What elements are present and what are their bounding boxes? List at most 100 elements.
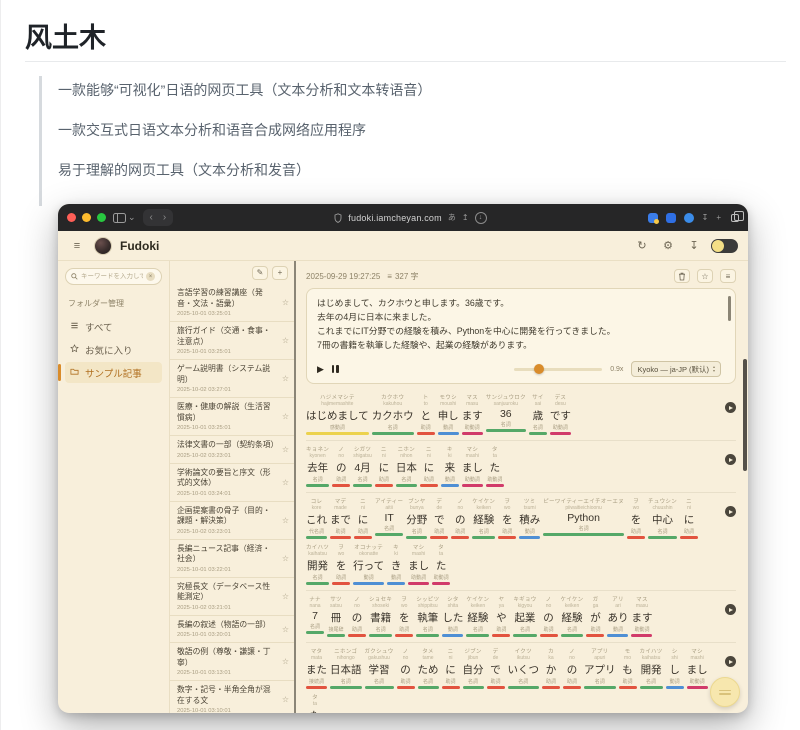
- article-list-item[interactable]: 究極長文（データベース性能測定）2025-10-02 03:21:01☆: [170, 578, 294, 616]
- token[interactable]: ナナnana7名詞: [306, 595, 324, 634]
- refresh-button[interactable]: ↻: [633, 237, 651, 255]
- search-input[interactable]: [81, 273, 143, 280]
- article-list-item[interactable]: 長編の叙述（物語の一部）2025-10-01 03:20:01☆: [170, 616, 294, 644]
- sentence-play-button[interactable]: [725, 454, 736, 465]
- token[interactable]: カイハツkaihatsu開発名詞: [306, 543, 329, 585]
- sentence-play-button[interactable]: [725, 506, 736, 517]
- text-scrollbar[interactable]: [728, 296, 731, 321]
- clear-search-button[interactable]: ×: [146, 272, 155, 281]
- pause-button[interactable]: [332, 365, 339, 373]
- sentence-play-button[interactable]: [725, 402, 736, 413]
- add-article-button[interactable]: +: [272, 266, 288, 280]
- token[interactable]: ガクシュウgakushuu学習名詞: [365, 647, 394, 689]
- menu-toggle-button[interactable]: ≡: [68, 237, 86, 255]
- article-list-item[interactable]: 学術論文の要旨と序文（形式的文体）2025-10-01 03:24:01☆: [170, 464, 294, 502]
- article-star-icon[interactable]: ☆: [282, 657, 289, 666]
- token[interactable]: モmoも助詞: [619, 647, 637, 689]
- address-bar[interactable]: fudoki.iamcheyan.com あ ↥ ↓: [180, 212, 640, 224]
- sidebar-item-samples[interactable]: サンプル記事: [65, 362, 162, 383]
- token[interactable]: ニniに助詞: [354, 497, 372, 539]
- article-list-item[interactable]: 法律文書の一部（契約条項）2025-10-02 03:23:01☆: [170, 436, 294, 464]
- token[interactable]: アリariあり動詞: [607, 595, 628, 637]
- sentence-play-button[interactable]: [725, 656, 736, 667]
- reader-icon[interactable]: ↓: [475, 212, 487, 224]
- article-star-icon[interactable]: ☆: [282, 445, 289, 454]
- token[interactable]: タtaた助動詞: [432, 543, 450, 585]
- token[interactable]: ピーワイティーエイチオーエヌpiiwaitieichioonuPython名詞: [543, 497, 624, 536]
- article-list-item[interactable]: 医療・健康の解説（生活習慣病）2025-10-01 03:25:01☆: [170, 398, 294, 436]
- token[interactable]: デdeで助詞: [487, 647, 505, 689]
- article-star-icon[interactable]: ☆: [282, 516, 289, 525]
- article-list-item[interactable]: ゲーム説明書（システム説明）2025-10-02 03:27:01☆: [170, 360, 294, 398]
- article-star-icon[interactable]: ☆: [282, 592, 289, 601]
- article-list-item[interactable]: 敬語の例（尊敬・謙譲・丁寧）2025-10-01 03:13:01☆: [170, 643, 294, 681]
- sidebar-item-all[interactable]: すべて: [65, 316, 162, 337]
- token[interactable]: ニniに助詞: [420, 445, 438, 487]
- article-star-icon[interactable]: ☆: [282, 336, 289, 345]
- new-tab-button[interactable]: +: [716, 213, 721, 222]
- token[interactable]: マシmashiまし助動詞: [462, 445, 483, 487]
- token[interactable]: ヲwoを助詞: [332, 543, 350, 585]
- token[interactable]: タtaた助動詞: [306, 693, 324, 713]
- search-box[interactable]: ×: [65, 268, 162, 285]
- token[interactable]: ショセキshoseki書籍名詞: [369, 595, 392, 637]
- avatar[interactable]: [94, 237, 112, 255]
- token[interactable]: ヤyaや助詞: [492, 595, 510, 637]
- slider-knob[interactable]: [534, 364, 544, 374]
- article-star-icon[interactable]: ☆: [282, 695, 289, 704]
- token[interactable]: ハジメマシテhajimemashiteはじめまして感動詞: [306, 393, 369, 435]
- export-download-button[interactable]: ↧: [685, 237, 703, 255]
- extension-icon[interactable]: [666, 213, 676, 223]
- text-editor-card[interactable]: はじめまして、カクホウと申します。36歳です。 去年の4月に日本に来ました。 こ…: [306, 288, 736, 384]
- token[interactable]: デdeで助詞: [430, 497, 448, 539]
- token[interactable]: イクツikutsuいくつ名詞: [508, 647, 540, 689]
- article-list-item[interactable]: 数字・記号・半角全角が混在する文2025-10-01 03:10:01☆: [170, 681, 294, 713]
- token[interactable]: ヲwoを助詞: [498, 497, 516, 539]
- sentence-play-button[interactable]: [725, 604, 736, 615]
- speed-slider[interactable]: [514, 368, 602, 371]
- token[interactable]: トtoと助詞: [417, 393, 435, 435]
- article-list-item[interactable]: 言語学習の練習講座（発音・文法・語彙）2025-10-01 03:25:01☆: [170, 284, 294, 322]
- token[interactable]: ジブンjibun自分名詞: [463, 647, 484, 689]
- close-window-button[interactable]: [67, 213, 76, 222]
- token[interactable]: キkiき動詞: [387, 543, 405, 585]
- article-list-item[interactable]: 旅行ガイド（交通・食事・注意点）2025-10-01 03:25:01☆: [170, 322, 294, 360]
- article-list-item[interactable]: 企画提案書の骨子（目的・課題・解決策）2025-10-02 03:23:01☆: [170, 502, 294, 540]
- floating-stamp-button[interactable]: [710, 677, 740, 707]
- token[interactable]: シタshitaした動詞: [442, 595, 463, 637]
- token[interactable]: サイsai歳名詞: [529, 393, 547, 435]
- token[interactable]: シガツshigatsu4月名詞: [353, 445, 372, 487]
- settings-gear-button[interactable]: ⚙: [659, 237, 677, 255]
- tab-overview-icon[interactable]: [731, 214, 739, 222]
- token[interactable]: ヲwoを助詞: [395, 595, 413, 637]
- article-menu-button[interactable]: ≡: [720, 269, 736, 283]
- delete-article-button[interactable]: [674, 269, 690, 283]
- token[interactable]: ケイケンkeiken経験名詞: [466, 595, 489, 637]
- forward-button[interactable]: ›: [163, 212, 166, 223]
- token[interactable]: アイティーaitiiIT名詞: [375, 497, 403, 536]
- browser-sidebar-button[interactable]: ⌄: [113, 212, 136, 223]
- back-button[interactable]: ‹: [150, 212, 153, 223]
- downloads-icon[interactable]: ↧: [702, 213, 709, 222]
- article-star-icon[interactable]: ☆: [282, 478, 289, 487]
- article-star-icon[interactable]: ☆: [282, 554, 289, 563]
- token[interactable]: ニniに助詞: [680, 497, 698, 539]
- token[interactable]: マシmashiまし助動詞: [408, 543, 429, 585]
- token[interactable]: マタmataまた接続詞: [306, 647, 327, 689]
- article-star-icon[interactable]: ☆: [282, 298, 289, 307]
- token[interactable]: マシmashiまし助動詞: [687, 647, 708, 689]
- token[interactable]: ニniに助詞: [442, 647, 460, 689]
- token[interactable]: ノnoの助詞: [348, 595, 366, 637]
- voice-select[interactable]: Kyoko — ja-JP (默认) ▴▾: [631, 361, 721, 377]
- token[interactable]: サツsatsu冊接尾辞: [327, 595, 345, 637]
- token[interactable]: オコナッテokonatte行って動詞: [353, 543, 384, 585]
- token[interactable]: ニホンゴnihongo日本語名詞: [330, 647, 362, 689]
- token[interactable]: ケイケンkeiken経験名詞: [561, 595, 584, 637]
- token[interactable]: マスmasuます助動詞: [462, 393, 483, 435]
- token[interactable]: シッピツshippitsu執筆名詞: [416, 595, 439, 637]
- article-star-icon[interactable]: ☆: [282, 374, 289, 383]
- token[interactable]: シshiし動詞: [666, 647, 684, 689]
- token[interactable]: マデmadeまで助詞: [330, 497, 351, 539]
- token[interactable]: ノnoの助詞: [451, 497, 469, 539]
- article-star-icon[interactable]: ☆: [282, 412, 289, 421]
